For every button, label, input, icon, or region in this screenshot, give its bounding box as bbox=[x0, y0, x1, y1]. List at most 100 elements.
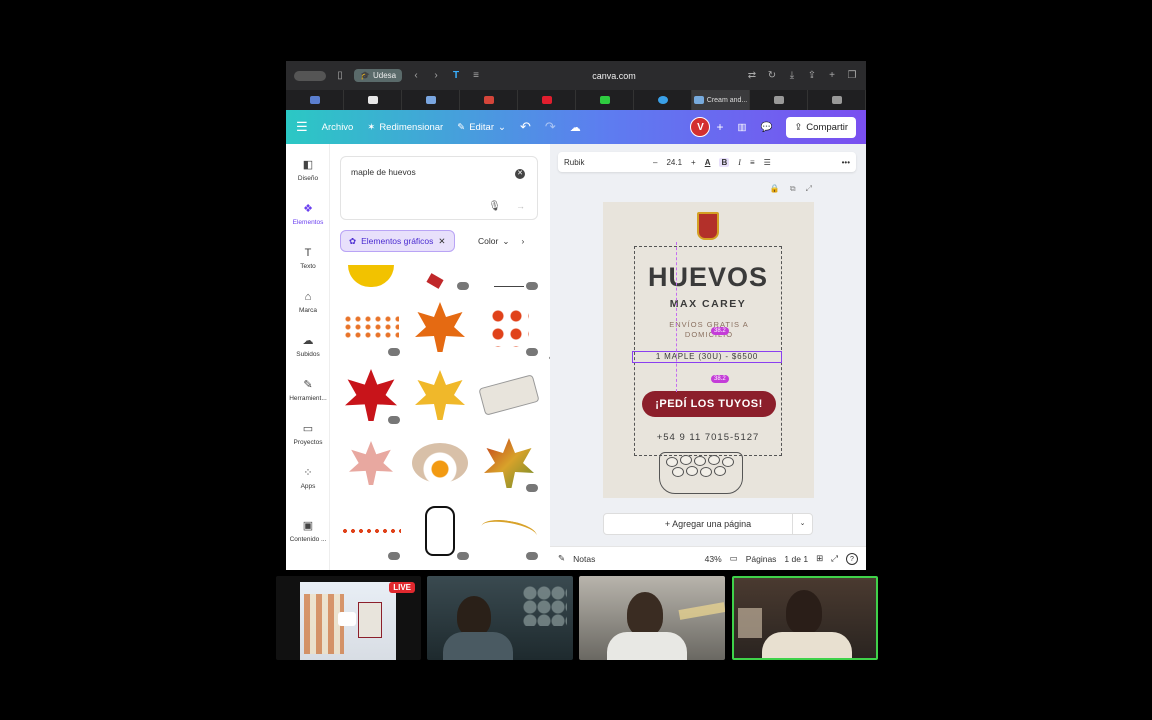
search-input[interactable]: maple de huevos ✕ 🎙 → bbox=[340, 156, 538, 220]
duplicate-page-icon[interactable]: ⧉ bbox=[790, 184, 796, 194]
design-title[interactable]: HUEVOS bbox=[635, 262, 781, 293]
analytics-icon[interactable]: ▥ bbox=[738, 122, 747, 133]
tab-overview-icon[interactable]: ❐ bbox=[846, 70, 858, 82]
participant-video-tile[interactable] bbox=[427, 576, 573, 660]
tab[interactable] bbox=[750, 90, 808, 110]
notes-icon[interactable]: ✎ bbox=[558, 553, 565, 564]
tab[interactable] bbox=[518, 90, 576, 110]
download-icon[interactable]: ⤓ bbox=[786, 70, 798, 82]
reader-icon[interactable]: ≡ bbox=[470, 70, 482, 82]
result-item[interactable] bbox=[340, 260, 402, 292]
rail-item-uploads[interactable]: ☁ Subidos bbox=[286, 334, 330, 358]
result-item[interactable] bbox=[409, 296, 471, 358]
decrease-size-button[interactable]: – bbox=[653, 158, 657, 167]
share-button[interactable]: ⇪ Compartir bbox=[786, 116, 856, 138]
window-controls[interactable] bbox=[294, 70, 326, 81]
design-subtitle[interactable]: MAX CAREY bbox=[635, 298, 781, 310]
font-size-input[interactable]: 24.1 bbox=[666, 158, 682, 167]
rail-item-projects[interactable]: ▭ Proyectos bbox=[286, 422, 330, 446]
resize-button[interactable]: ✶ Redimensionar bbox=[367, 122, 443, 133]
result-item[interactable] bbox=[478, 432, 540, 494]
back-icon[interactable]: ‹ bbox=[410, 70, 422, 82]
add-collaborator-icon[interactable]: + bbox=[716, 120, 723, 134]
forward-icon[interactable]: › bbox=[430, 70, 442, 82]
rail-item-design[interactable]: ◧ Diseño bbox=[286, 158, 330, 182]
remove-filter-icon[interactable]: ✕ bbox=[438, 236, 445, 247]
rail-item-apps[interactable]: ⁘ Apps bbox=[286, 466, 330, 490]
price-text-selected[interactable]: 1 MAPLE (30U) - $6500 bbox=[632, 351, 782, 363]
tab[interactable] bbox=[402, 90, 460, 110]
edit-menu[interactable]: ✎ Editar ⌄ bbox=[457, 122, 506, 133]
result-item[interactable] bbox=[478, 296, 540, 358]
tab[interactable] bbox=[808, 90, 866, 110]
result-item[interactable] bbox=[340, 364, 402, 426]
more-options-icon[interactable]: ••• bbox=[842, 158, 850, 167]
grid-view-icon[interactable]: ⊞ bbox=[816, 553, 823, 564]
extension-icon[interactable]: T bbox=[450, 70, 462, 82]
result-item[interactable] bbox=[478, 260, 540, 292]
chevron-down-icon[interactable]: ⌄ bbox=[792, 514, 812, 534]
add-page-icon[interactable]: ⤢ bbox=[806, 184, 812, 194]
tab[interactable] bbox=[634, 90, 692, 110]
active-speaker-tile[interactable] bbox=[732, 576, 878, 660]
clear-search-icon[interactable]: ✕ bbox=[515, 169, 525, 179]
result-item[interactable] bbox=[340, 296, 402, 358]
increase-size-button[interactable]: + bbox=[691, 158, 696, 167]
italic-icon[interactable]: I bbox=[738, 158, 741, 167]
result-item[interactable] bbox=[409, 500, 471, 562]
color-filter[interactable]: Color ⌄ › bbox=[478, 230, 524, 252]
zoom-level[interactable]: 43% bbox=[705, 554, 722, 564]
result-item[interactable] bbox=[409, 260, 471, 292]
lock-icon[interactable]: 🔒 bbox=[770, 184, 780, 194]
undo-icon[interactable]: ↶ bbox=[520, 119, 531, 135]
result-item[interactable] bbox=[478, 364, 540, 426]
rail-item-tools[interactable]: ✎ Herramient... bbox=[286, 378, 330, 402]
screen-share-tile[interactable]: LIVE bbox=[276, 576, 421, 660]
redo-icon[interactable]: ↷ bbox=[545, 119, 556, 135]
cta-button-graphic[interactable]: ¡PEDÍ LOS TUYOS! bbox=[642, 391, 776, 417]
result-item[interactable] bbox=[340, 566, 402, 570]
rail-item-text[interactable]: T Texto bbox=[286, 246, 330, 270]
tab[interactable] bbox=[576, 90, 634, 110]
result-item[interactable] bbox=[409, 364, 471, 426]
rail-item-brand[interactable]: ⌂ Marca bbox=[286, 290, 330, 314]
avatar[interactable]: V bbox=[690, 117, 711, 137]
filter-chip-graphics[interactable]: ✿ Elementos gráficos ✕ bbox=[340, 230, 455, 252]
pages-button[interactable]: Páginas bbox=[746, 554, 777, 564]
tab[interactable] bbox=[286, 90, 344, 110]
pages-icon[interactable]: ▭ bbox=[730, 553, 738, 564]
design-page[interactable]: HUEVOS MAX CAREY ENVÍOS GRATIS A DOMICIL… bbox=[603, 202, 814, 498]
profile-button[interactable]: 🎓 Udesa bbox=[354, 69, 403, 82]
submit-arrow-icon[interactable]: → bbox=[516, 201, 525, 211]
egg-carton-illustration[interactable] bbox=[659, 452, 743, 494]
help-icon[interactable]: ? bbox=[846, 552, 858, 565]
bold-icon[interactable]: B bbox=[719, 157, 730, 167]
result-item[interactable] bbox=[409, 432, 471, 494]
shipping-text[interactable]: ENVÍOS GRATIS A DOMICILIO bbox=[653, 320, 765, 340]
text-color-icon[interactable]: A bbox=[705, 158, 711, 167]
result-item[interactable] bbox=[340, 432, 402, 494]
result-item[interactable] bbox=[478, 500, 540, 562]
list-icon[interactable]: ☰ bbox=[764, 158, 771, 167]
result-item[interactable] bbox=[340, 500, 402, 562]
add-page-button[interactable]: + Agregar una página ⌄ bbox=[603, 513, 813, 535]
tab-active[interactable]: Cream and... bbox=[692, 90, 750, 110]
rail-item-elements[interactable]: ❖ Elementos bbox=[286, 202, 330, 226]
translate-icon[interactable]: ⇄ bbox=[746, 70, 758, 82]
cloud-save-icon[interactable]: ☁ bbox=[570, 121, 581, 134]
file-menu[interactable]: Archivo bbox=[322, 122, 354, 133]
microphone-icon[interactable]: 🎙 bbox=[488, 201, 501, 212]
result-item[interactable] bbox=[409, 566, 471, 570]
fullscreen-icon[interactable]: ⤢ bbox=[831, 553, 838, 564]
new-tab-icon[interactable]: + bbox=[826, 70, 838, 82]
chevron-right-icon[interactable]: › bbox=[521, 236, 524, 246]
sidebar-icon[interactable]: ▯ bbox=[334, 70, 346, 82]
notes-button[interactable]: Notas bbox=[573, 554, 595, 564]
menu-icon[interactable]: ☰ bbox=[296, 119, 308, 135]
font-selector[interactable]: Rubik bbox=[564, 158, 644, 167]
tab[interactable] bbox=[344, 90, 402, 110]
comment-icon[interactable]: 💬 bbox=[760, 122, 772, 133]
rail-item-content[interactable]: ▣ Contenido ... bbox=[286, 519, 330, 543]
share-icon[interactable]: ⇪ bbox=[806, 70, 818, 82]
participant-video-tile[interactable] bbox=[579, 576, 725, 660]
